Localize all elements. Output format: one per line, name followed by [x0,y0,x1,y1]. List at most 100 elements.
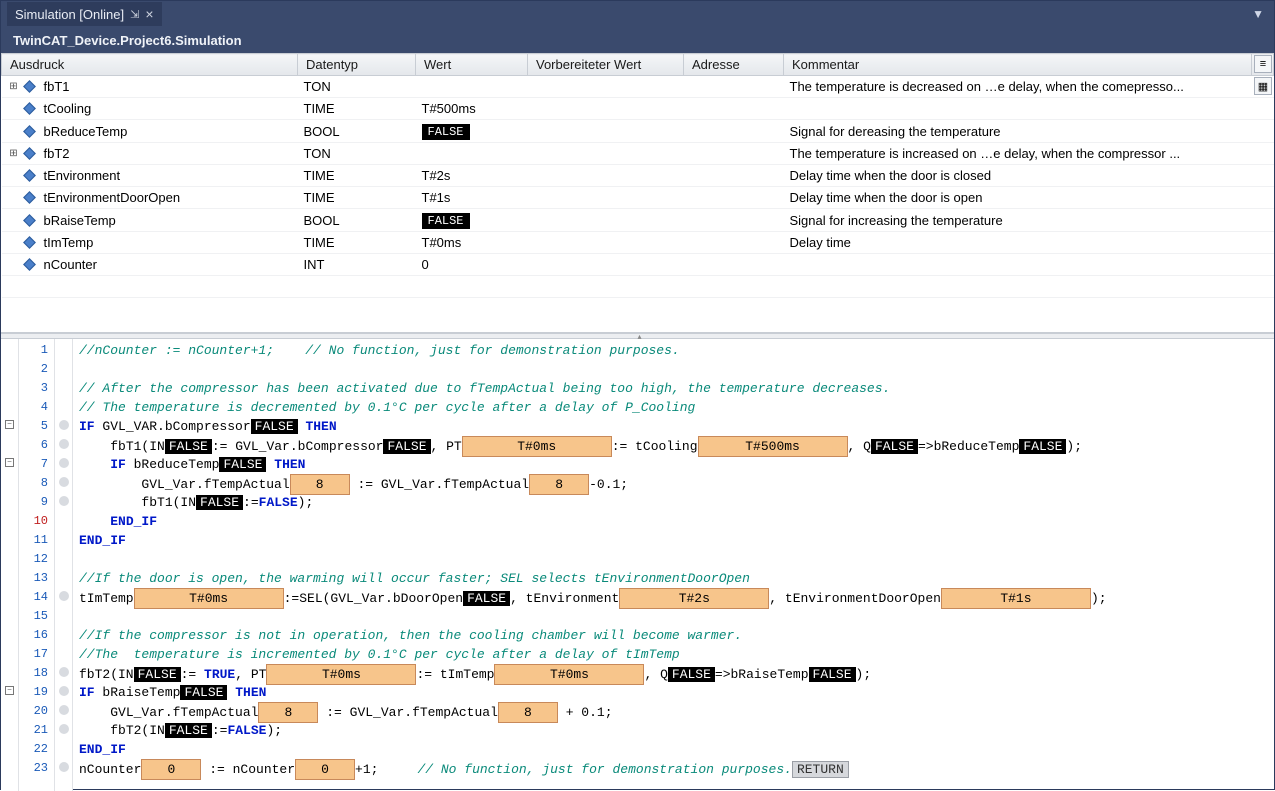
breakpoint-gutter[interactable] [55,358,72,377]
code-line[interactable]: // After the compressor has been activat… [79,379,1268,398]
cell-prepared[interactable] [528,120,684,143]
col-expression[interactable]: Ausdruck [2,54,298,76]
fold-gutter[interactable]: − [1,453,18,472]
breakpoint-gutter[interactable] [55,757,72,776]
breakpoint-gutter[interactable] [55,624,72,643]
code-line[interactable]: GVL_Var.fTempActual8 := GVL_Var.fTempAct… [79,702,1268,721]
tab-dropdown-icon[interactable]: ▼ [1252,7,1268,21]
breakpoint-gutter[interactable] [55,453,72,472]
col-address[interactable]: Adresse [684,54,784,76]
fold-toggle-icon[interactable]: − [5,686,14,695]
code-line[interactable]: END_IF [79,512,1268,531]
cell-value[interactable]: T#0ms [416,232,528,254]
cell-value[interactable]: FALSE [416,209,528,232]
col-comment[interactable]: Kommentar [784,54,1252,76]
cell-value[interactable]: T#500ms [416,98,528,120]
watch-options-icon[interactable]: ≡ [1254,55,1272,73]
cell-prepared[interactable] [528,209,684,232]
breakpoint-gutter[interactable] [55,491,72,510]
horizontal-splitter[interactable] [1,333,1274,339]
watch-row[interactable]: tEnvironmentTIMET#2sDelay time when the … [2,165,1274,187]
line-number: 2 [21,360,50,379]
watch-row[interactable]: tEnvironmentDoorOpenTIMET#1sDelay time w… [2,187,1274,209]
breakpoint-gutter[interactable] [55,605,72,624]
col-value[interactable]: Wert [416,54,528,76]
code-line[interactable]: //If the door is open, the warming will … [79,569,1268,588]
code-line[interactable]: IF GVL_VAR.bCompressorFALSE THEN [79,417,1268,436]
breakpoint-gutter[interactable] [55,377,72,396]
code-line[interactable]: fbT1(INFALSE:= GVL_Var.bCompressorFALSE,… [79,436,1268,455]
cell-value[interactable] [416,143,528,165]
code-line[interactable] [79,360,1268,379]
breakpoint-gutter[interactable] [55,586,72,605]
code-line[interactable]: //nCounter := nCounter+1; // No function… [79,341,1268,360]
cell-value[interactable]: 0 [416,254,528,276]
code-line[interactable]: fbT1(INFALSE:=FALSE); [79,493,1268,512]
code-line[interactable]: nCounter0 := nCounter0+1; // No function… [79,759,1268,778]
code-line[interactable]: // The temperature is decremented by 0.1… [79,398,1268,417]
breakpoint-gutter[interactable] [55,719,72,738]
breakpoint-gutter[interactable] [55,548,72,567]
variable-name: nCounter [44,257,97,272]
watch-row[interactable]: nCounterINT0 [2,254,1274,276]
expand-icon[interactable]: ⊞ [8,148,20,159]
cell-prepared[interactable] [528,232,684,254]
breakpoint-gutter[interactable] [55,700,72,719]
watch-row[interactable]: ⊞fbT1TONThe temperature is decreased on … [2,76,1274,98]
cell-comment [784,98,1252,120]
breakpoint-gutter[interactable] [55,396,72,415]
code-editor[interactable]: −−− 123456789101112131415161718192021222… [1,339,1274,791]
cell-prepared[interactable] [528,187,684,209]
breakpoint-gutter[interactable] [55,567,72,586]
breakpoint-gutter[interactable] [55,510,72,529]
fold-toggle-icon[interactable]: − [5,420,14,429]
code-line[interactable]: END_IF [79,531,1268,550]
breakpoint-gutter[interactable] [55,738,72,757]
watch-row[interactable]: tCoolingTIMET#500ms [2,98,1274,120]
cell-prepared[interactable] [528,143,684,165]
fold-gutter[interactable]: − [1,415,18,434]
code-line[interactable] [79,607,1268,626]
watch-row[interactable]: tImTempTIMET#0msDelay time [2,232,1274,254]
breakpoint-gutter[interactable] [55,643,72,662]
line-number: 6 [21,436,50,455]
code-line[interactable]: //The temperature is incremented by 0.1°… [79,645,1268,664]
pin-icon[interactable]: ⇲ [130,8,139,21]
cell-value[interactable]: T#2s [416,165,528,187]
col-prepared[interactable]: Vorbereiteter Wert [528,54,684,76]
variable-name: bRaiseTemp [44,213,116,228]
breakpoint-gutter[interactable] [55,415,72,434]
breakpoint-gutter[interactable] [55,339,72,358]
cell-prepared[interactable] [528,254,684,276]
cell-value[interactable]: FALSE [416,120,528,143]
cell-prepared[interactable] [528,98,684,120]
watch-grid-icon[interactable]: ▦ [1254,77,1272,95]
cell-prepared[interactable] [528,165,684,187]
watch-row[interactable]: bReduceTempBOOLFALSESignal for dereasing… [2,120,1274,143]
code-line[interactable]: fbT2(INFALSE:= TRUE, PTT#0ms:= tImTempT#… [79,664,1268,683]
breakpoint-gutter[interactable] [55,529,72,548]
cell-prepared[interactable] [528,76,684,98]
watch-row[interactable]: ⊞fbT2TONThe temperature is increased on … [2,143,1274,165]
code-line[interactable]: //If the compressor is not in operation,… [79,626,1268,645]
code-line[interactable]: END_IF [79,740,1268,759]
breakpoint-gutter[interactable] [55,662,72,681]
watch-row[interactable]: bRaiseTempBOOLFALSESignal for increasing… [2,209,1274,232]
cell-value[interactable]: T#1s [416,187,528,209]
close-icon[interactable]: × [145,6,153,22]
code-line[interactable]: IF bRaiseTempFALSE THEN [79,683,1268,702]
code-line[interactable]: fbT2(INFALSE:=FALSE); [79,721,1268,740]
expand-icon[interactable]: ⊞ [8,81,20,92]
breakpoint-gutter[interactable] [55,472,72,491]
code-line[interactable]: IF bReduceTempFALSE THEN [79,455,1268,474]
code-line[interactable] [79,550,1268,569]
code-line[interactable]: GVL_Var.fTempActual8 := GVL_Var.fTempAct… [79,474,1268,493]
code-line[interactable]: tImTempT#0ms:=SEL(GVL_Var.bDoorOpenFALSE… [79,588,1268,607]
cell-value[interactable] [416,76,528,98]
col-datatype[interactable]: Datentyp [298,54,416,76]
fold-toggle-icon[interactable]: − [5,458,14,467]
fold-gutter[interactable]: − [1,681,18,700]
breakpoint-gutter[interactable] [55,681,72,700]
breakpoint-gutter[interactable] [55,434,72,453]
document-tab[interactable]: Simulation [Online] ⇲ × [7,2,162,26]
